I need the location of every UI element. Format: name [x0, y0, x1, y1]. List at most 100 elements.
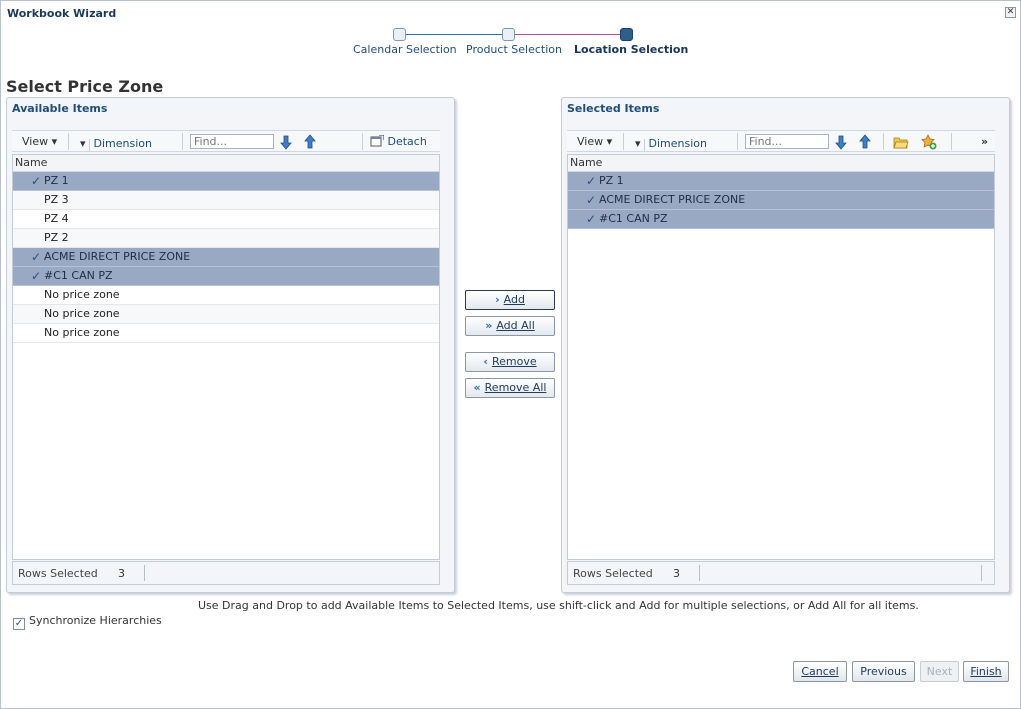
- add-favorite-icon[interactable]: [921, 134, 937, 150]
- double-chevron-left-icon: «: [473, 381, 481, 394]
- selected-status-bar: Rows Selected 3: [567, 561, 995, 585]
- toolbar-separator: [623, 133, 624, 150]
- toolbar-separator: [737, 133, 738, 150]
- rows-selected-count: 3: [118, 567, 125, 580]
- window-title: Workbook Wizard: [7, 7, 117, 20]
- column-header-name[interactable]: Name: [13, 155, 439, 172]
- cancel-button[interactable]: Cancel: [793, 661, 847, 682]
- workbook-wizard-window: Workbook Wizard ✕ Calendar Selection Pro…: [0, 0, 1021, 709]
- table-row[interactable]: ✓ #C1 CAN PZ: [13, 267, 439, 286]
- row-label: #C1 CAN PZ: [599, 212, 668, 225]
- table-row[interactable]: PZ 2: [13, 229, 439, 248]
- dimension-menu[interactable]: ▾ Dimension: [635, 135, 707, 151]
- page-title: Select Price Zone: [6, 77, 164, 96]
- view-menu[interactable]: View ▾: [577, 135, 612, 148]
- table-row[interactable]: No price zone: [13, 305, 439, 324]
- double-chevron-right-icon: »: [485, 319, 493, 332]
- remove-all-button[interactable]: «Remove All: [465, 378, 555, 398]
- toolbar-separator: [362, 133, 363, 150]
- find-input[interactable]: [745, 134, 829, 149]
- table-row[interactable]: ✓ ACME DIRECT PRICE ZONE: [568, 191, 994, 210]
- table-row[interactable]: PZ 3: [13, 191, 439, 210]
- table-row[interactable]: No price zone: [13, 286, 439, 305]
- column-header-name[interactable]: Name: [568, 155, 994, 172]
- row-label: No price zone: [44, 326, 120, 339]
- selected-items-table[interactable]: Name ✓ PZ 1 ✓ ACME DIRECT PRICE ZONE ✓ #C1 CA…: [567, 154, 995, 560]
- panel-title: Selected Items: [567, 102, 660, 115]
- check-icon: ✓: [586, 212, 597, 226]
- detach-button[interactable]: Detach: [370, 134, 427, 148]
- table-row[interactable]: ✓ PZ 1: [568, 172, 994, 191]
- available-status-bar: Rows Selected 3: [12, 561, 440, 585]
- move-up-icon[interactable]: [857, 134, 873, 150]
- row-label: PZ 4: [44, 212, 69, 225]
- toolbar-separator: [951, 133, 952, 150]
- detach-icon: [370, 134, 385, 147]
- add-button[interactable]: › Add: [465, 290, 555, 310]
- chevron-down-icon: ▾: [51, 135, 58, 148]
- train-stop-product[interactable]: [502, 28, 515, 41]
- train-label-product[interactable]: Product Selection: [466, 43, 562, 56]
- instruction-text: Use Drag and Drop to add Available Items…: [198, 599, 919, 612]
- open-folder-icon[interactable]: [893, 134, 909, 150]
- add-all-button[interactable]: » Add All: [465, 316, 555, 336]
- next-button: Next: [920, 661, 959, 682]
- train-stop-calendar[interactable]: [393, 28, 406, 41]
- check-icon: ✓: [31, 174, 42, 188]
- status-divider: [144, 565, 145, 581]
- available-items-panel: Available Items View ▾ ▾ Dimension Detac…: [6, 97, 455, 593]
- selected-toolbar: View ▾ ▾ Dimension »: [567, 130, 995, 152]
- available-items-table[interactable]: Name ✓ PZ 1 PZ 3 PZ 4 PZ 2 ✓ ACME DIRECT PRICE…: [12, 154, 440, 560]
- table-row[interactable]: PZ 4: [13, 210, 439, 229]
- row-label: PZ 1: [44, 174, 69, 187]
- status-divider: [699, 565, 700, 581]
- wizard-train: Calendar Selection Product Selection Loc…: [341, 27, 701, 63]
- available-rows: ✓ PZ 1 PZ 3 PZ 4 PZ 2 ✓ ACME DIRECT PRICE ZONE…: [13, 172, 439, 343]
- table-row[interactable]: No price zone: [13, 324, 439, 343]
- row-label: No price zone: [44, 307, 120, 320]
- move-down-icon[interactable]: [278, 134, 294, 150]
- view-menu[interactable]: View ▾: [22, 135, 57, 148]
- train-connector: [406, 34, 508, 35]
- row-label: #C1 CAN PZ: [44, 269, 113, 282]
- finish-button[interactable]: Finish: [963, 661, 1009, 682]
- table-row[interactable]: ✓ #C1 CAN PZ: [568, 210, 994, 229]
- move-up-icon[interactable]: [302, 134, 318, 150]
- rows-selected-label: Rows Selected: [573, 567, 653, 580]
- table-row[interactable]: ✓ ACME DIRECT PRICE ZONE: [13, 248, 439, 267]
- train-connector: [515, 34, 623, 35]
- find-input[interactable]: [190, 134, 274, 149]
- dimension-menu[interactable]: ▾ Dimension: [80, 135, 152, 151]
- panel-title: Available Items: [12, 102, 108, 115]
- status-divider: [981, 565, 982, 581]
- remove-button[interactable]: ‹ Remove: [465, 352, 555, 372]
- table-row[interactable]: ✓ PZ 1: [13, 172, 439, 191]
- more-icon[interactable]: »: [981, 135, 988, 148]
- move-down-icon[interactable]: [833, 134, 849, 150]
- train-stop-location: [620, 28, 633, 41]
- train-label-location: Location Selection: [574, 43, 689, 56]
- chevron-down-icon: ▾: [635, 137, 641, 150]
- checkbox[interactable]: ✓: [13, 618, 25, 630]
- chevron-left-icon: ‹: [483, 355, 488, 368]
- toolbar-separator: [883, 133, 884, 150]
- row-label: No price zone: [44, 288, 120, 301]
- toolbar-separator: [182, 133, 183, 150]
- check-icon: ✓: [14, 618, 24, 629]
- row-label: ACME DIRECT PRICE ZONE: [599, 193, 746, 206]
- row-label: ACME DIRECT PRICE ZONE: [44, 250, 191, 263]
- toolbar-separator: [68, 133, 69, 150]
- check-icon: ✓: [31, 250, 42, 264]
- row-label: PZ 3: [44, 193, 69, 206]
- check-icon: ✓: [586, 193, 597, 207]
- check-icon: ✓: [586, 174, 597, 188]
- close-icon[interactable]: ✕: [1005, 7, 1016, 18]
- check-icon: ✓: [31, 269, 42, 283]
- previous-button[interactable]: Previous: [852, 661, 915, 682]
- rows-selected-label: Rows Selected: [18, 567, 98, 580]
- rows-selected-count: 3: [673, 567, 680, 580]
- checkbox-label: Synchronize Hierarchies: [29, 614, 162, 627]
- row-label: PZ 2: [44, 231, 69, 244]
- train-label-calendar[interactable]: Calendar Selection: [353, 43, 457, 56]
- synchronize-hierarchies-checkbox[interactable]: ✓ Synchronize Hierarchies: [13, 614, 162, 630]
